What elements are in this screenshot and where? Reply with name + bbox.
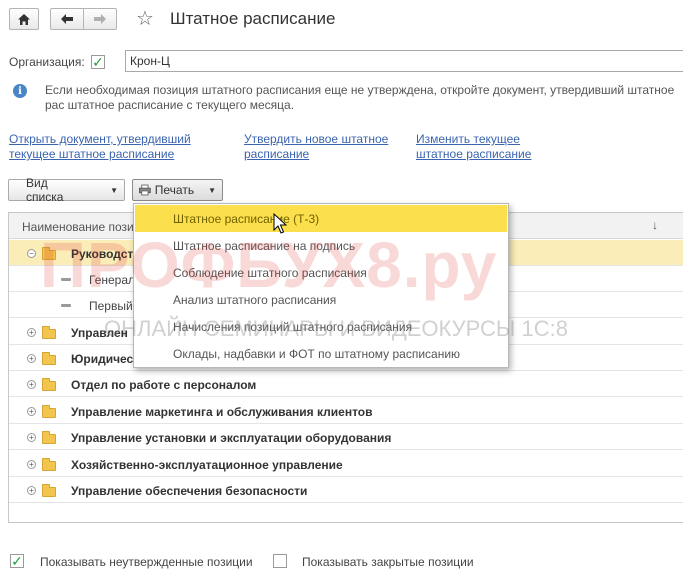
- print-dropdown-menu: Штатное расписание (Т-3) Штатное расписа…: [133, 203, 509, 368]
- folder-icon: [42, 378, 56, 391]
- sort-arrow-down-icon[interactable]: ↓: [652, 218, 658, 232]
- back-button[interactable]: [50, 8, 84, 30]
- row-label: Первый: [89, 299, 133, 313]
- expand-icon[interactable]: +: [27, 328, 36, 337]
- expand-icon[interactable]: +: [27, 486, 36, 495]
- link-line: Открыть документ, утвердивший: [9, 132, 191, 146]
- position-icon: [61, 278, 71, 281]
- link-line: Изменить текущее: [416, 132, 520, 146]
- check-icon: ✓: [92, 54, 104, 70]
- position-icon: [61, 304, 71, 307]
- home-button[interactable]: [9, 8, 39, 30]
- view-list-button[interactable]: Вид списка ▼: [8, 176, 125, 204]
- row-label: Руководств: [71, 247, 141, 261]
- folder-icon: [42, 484, 56, 497]
- menu-item-staffing-for-signature[interactable]: Штатное расписание на подпись: [135, 232, 507, 259]
- approve-new-schedule-link[interactable]: Утвердить новое штатное расписание: [244, 132, 388, 162]
- collapse-icon[interactable]: −: [27, 249, 36, 258]
- mouse-cursor-icon: [273, 213, 287, 234]
- table-row[interactable]: + Управление установки и эксплуатации об…: [9, 424, 683, 450]
- row-label: Управление маркетинга и обслуживания кли…: [71, 405, 373, 419]
- folder-icon: [42, 405, 56, 418]
- row-label: Управление обеспечения безопасности: [71, 484, 308, 498]
- page-title: Штатное расписание: [170, 9, 336, 28]
- info-icon: i: [13, 84, 27, 98]
- row-label: Управление установки и эксплуатации обор…: [71, 431, 392, 445]
- link-line: штатное расписание: [416, 147, 532, 161]
- home-icon: [18, 13, 30, 25]
- chevron-down-icon: ▼: [110, 185, 118, 195]
- link-line: расписание: [244, 147, 310, 161]
- show-closed-checkbox[interactable]: [273, 554, 287, 568]
- printer-icon: [139, 184, 151, 196]
- menu-item-salaries-and-payroll[interactable]: Оклады, надбавки и ФОТ по штатному распи…: [135, 340, 507, 367]
- row-label: Генерал: [89, 273, 136, 287]
- organization-checkbox[interactable]: ✓: [91, 55, 105, 69]
- expand-icon[interactable]: +: [27, 407, 36, 416]
- open-approving-document-link[interactable]: Открыть документ, утвердивший текущее шт…: [9, 132, 191, 162]
- expand-icon[interactable]: +: [27, 354, 36, 363]
- link-line: текущее штатное расписание: [9, 147, 175, 161]
- check-icon: ✓: [11, 553, 23, 569]
- row-label: Управлен: [71, 326, 128, 340]
- table-row[interactable]: + Хозяйственно-эксплуатационное управлен…: [9, 451, 683, 477]
- arrow-left-icon: [61, 14, 73, 24]
- chevron-down-icon: ▼: [208, 185, 216, 195]
- folder-icon: [42, 247, 56, 260]
- row-label: Отдел по работе с персоналом: [71, 378, 257, 392]
- folder-icon: [42, 458, 56, 471]
- menu-item-position-accruals[interactable]: Начисления позиций штатного расписания: [135, 313, 507, 340]
- table-row[interactable]: + Отдел по работе с персоналом: [9, 371, 683, 397]
- expand-icon[interactable]: +: [27, 460, 36, 469]
- menu-item-staffing-analysis[interactable]: Анализ штатного расписания: [135, 286, 507, 313]
- star-icon[interactable]: ☆: [136, 6, 154, 31]
- print-label: Печать: [154, 183, 195, 197]
- expand-icon[interactable]: +: [27, 433, 36, 442]
- row-label: Хозяйственно-эксплуатационное управление: [71, 458, 343, 472]
- arrow-right-icon: [94, 14, 106, 24]
- table-row[interactable]: + Управление маркетинга и обслуживания к…: [9, 398, 683, 424]
- folder-icon: [42, 431, 56, 444]
- info-message: Если необходимая позиция штатного распис…: [45, 83, 675, 112]
- forward-button[interactable]: [83, 8, 117, 30]
- menu-item-staffing-compliance[interactable]: Соблюдение штатного расписания: [135, 259, 507, 286]
- show-unapproved-label[interactable]: Показывать неутвержденные позиции: [40, 555, 253, 569]
- organization-label: Организация:: [9, 55, 85, 69]
- show-closed-label[interactable]: Показывать закрытые позиции: [302, 555, 474, 569]
- print-button[interactable]: Печать ▼: [132, 179, 223, 201]
- change-current-schedule-link[interactable]: Изменить текущее штатное расписание: [416, 132, 531, 162]
- view-list-label: Вид списка: [26, 176, 64, 204]
- expand-icon[interactable]: +: [27, 380, 36, 389]
- table-row[interactable]: + Управление обеспечения безопасности: [9, 477, 683, 503]
- menu-item-staffing-t3[interactable]: Штатное расписание (Т-3): [135, 205, 507, 232]
- link-line: Утвердить новое штатное: [244, 132, 389, 146]
- row-label: Юридичес: [71, 352, 134, 366]
- folder-icon: [42, 352, 56, 365]
- show-unapproved-checkbox[interactable]: ✓: [10, 554, 24, 568]
- folder-icon: [42, 326, 56, 339]
- organization-field[interactable]: Крон-Ц: [125, 50, 683, 72]
